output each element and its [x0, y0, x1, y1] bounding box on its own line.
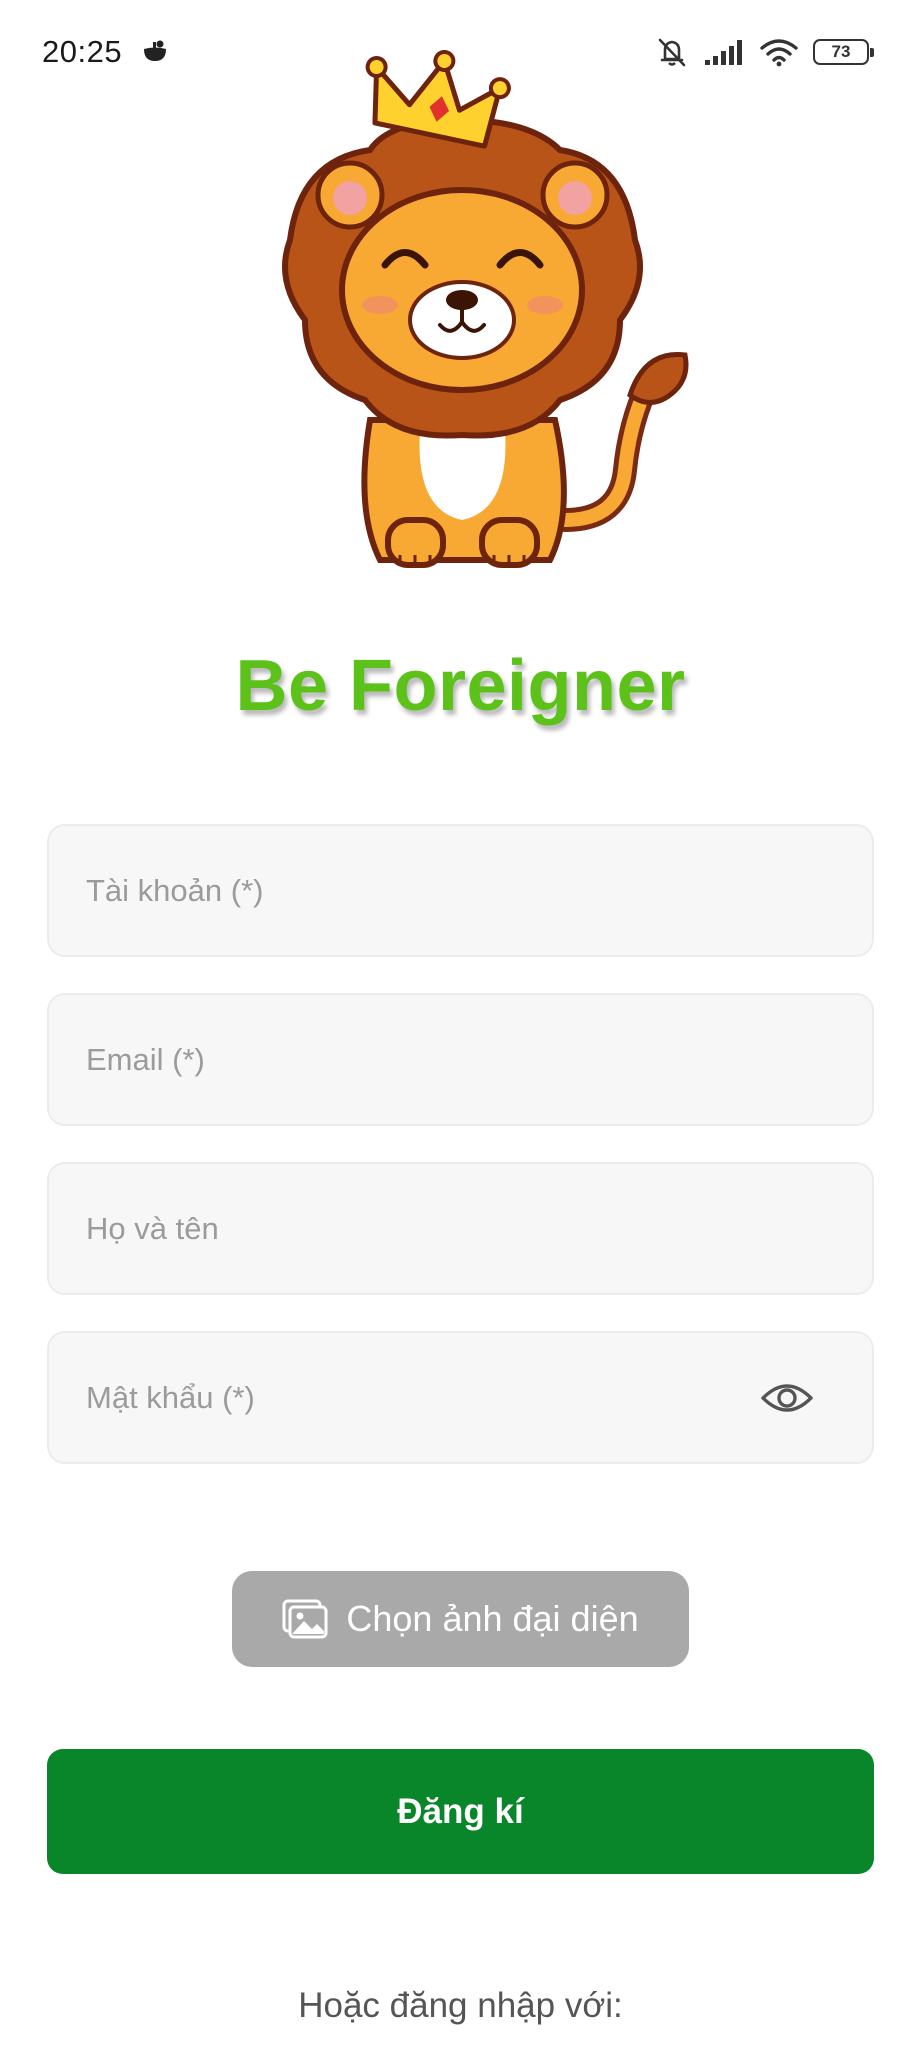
account-placeholder: Tài khoản (*): [86, 872, 264, 908]
choose-avatar-button[interactable]: Chọn ảnh đại diện: [232, 1571, 689, 1667]
app-title: Be Foreigner: [235, 646, 686, 726]
full-name-placeholder: Họ và tên: [86, 1210, 219, 1246]
password-placeholder: Mật khẩu (*): [86, 1379, 255, 1415]
register-button[interactable]: Đăng kí: [47, 1749, 874, 1874]
password-input[interactable]: Mật khẩu (*): [47, 1331, 874, 1464]
wifi-icon: [759, 37, 799, 67]
eye-icon[interactable]: [760, 1380, 814, 1416]
register-label: Đăng kí: [397, 1791, 524, 1831]
image-gallery-icon: [282, 1599, 328, 1639]
notification-app-icon: [140, 36, 170, 66]
email-input[interactable]: Email (*): [47, 993, 874, 1126]
lion-mascot-logo: [230, 49, 710, 590]
alt-login-label: Hoặc đăng nhập với:: [298, 1986, 623, 2025]
full-name-input[interactable]: Họ và tên: [47, 1162, 874, 1295]
account-input[interactable]: Tài khoản (*): [47, 824, 874, 957]
battery-indicator: 73: [813, 39, 874, 65]
status-time: 20:25: [42, 34, 123, 69]
choose-avatar-label: Chọn ảnh đại diện: [346, 1598, 639, 1639]
email-placeholder: Email (*): [86, 1041, 205, 1077]
